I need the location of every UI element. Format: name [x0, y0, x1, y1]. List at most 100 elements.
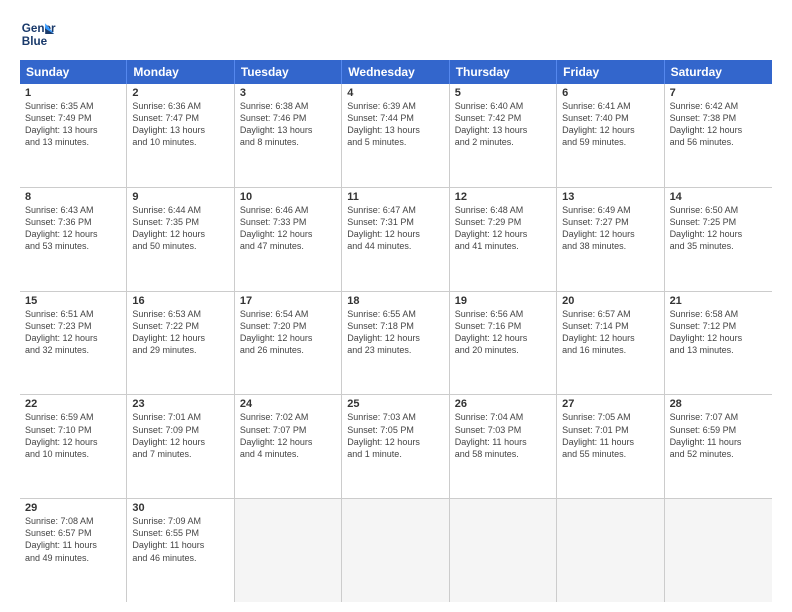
day-number-23: 23 — [132, 398, 228, 410]
day-info-12: Sunrise: 6:48 AMSunset: 7:29 PMDaylight:… — [455, 204, 551, 253]
day-info-11: Sunrise: 6:47 AMSunset: 7:31 PMDaylight:… — [347, 204, 443, 253]
header-wednesday: Wednesday — [342, 60, 449, 84]
page: General Blue Sunday Monday Tuesday Wedne… — [0, 0, 792, 612]
cal-cell-day-24: 24Sunrise: 7:02 AMSunset: 7:07 PMDayligh… — [235, 395, 342, 498]
day-number-24: 24 — [240, 398, 336, 410]
cal-cell-day-8: 8Sunrise: 6:43 AMSunset: 7:36 PMDaylight… — [20, 188, 127, 291]
cal-cell-day-6: 6Sunrise: 6:41 AMSunset: 7:40 PMDaylight… — [557, 84, 664, 187]
day-info-5: Sunrise: 6:40 AMSunset: 7:42 PMDaylight:… — [455, 100, 551, 149]
week-row-4: 22Sunrise: 6:59 AMSunset: 7:10 PMDayligh… — [20, 395, 772, 499]
week-row-3: 15Sunrise: 6:51 AMSunset: 7:23 PMDayligh… — [20, 292, 772, 396]
cal-cell-day-4: 4Sunrise: 6:39 AMSunset: 7:44 PMDaylight… — [342, 84, 449, 187]
week-row-1: 1Sunrise: 6:35 AMSunset: 7:49 PMDaylight… — [20, 84, 772, 188]
cal-cell-day-19: 19Sunrise: 6:56 AMSunset: 7:16 PMDayligh… — [450, 292, 557, 395]
day-number-17: 17 — [240, 295, 336, 307]
day-info-17: Sunrise: 6:54 AMSunset: 7:20 PMDaylight:… — [240, 308, 336, 357]
header-friday: Friday — [557, 60, 664, 84]
day-info-24: Sunrise: 7:02 AMSunset: 7:07 PMDaylight:… — [240, 411, 336, 460]
cal-cell-empty — [235, 499, 342, 602]
day-info-1: Sunrise: 6:35 AMSunset: 7:49 PMDaylight:… — [25, 100, 121, 149]
day-info-20: Sunrise: 6:57 AMSunset: 7:14 PMDaylight:… — [562, 308, 658, 357]
cal-cell-day-27: 27Sunrise: 7:05 AMSunset: 7:01 PMDayligh… — [557, 395, 664, 498]
day-number-26: 26 — [455, 398, 551, 410]
day-info-30: Sunrise: 7:09 AMSunset: 6:55 PMDaylight:… — [132, 515, 228, 564]
day-number-8: 8 — [25, 191, 121, 203]
day-number-10: 10 — [240, 191, 336, 203]
calendar-header: Sunday Monday Tuesday Wednesday Thursday… — [20, 60, 772, 84]
cal-cell-day-28: 28Sunrise: 7:07 AMSunset: 6:59 PMDayligh… — [665, 395, 772, 498]
day-number-28: 28 — [670, 398, 767, 410]
cal-cell-day-22: 22Sunrise: 6:59 AMSunset: 7:10 PMDayligh… — [20, 395, 127, 498]
calendar-body: 1Sunrise: 6:35 AMSunset: 7:49 PMDaylight… — [20, 84, 772, 602]
day-number-9: 9 — [132, 191, 228, 203]
day-number-3: 3 — [240, 87, 336, 99]
day-info-14: Sunrise: 6:50 AMSunset: 7:25 PMDaylight:… — [670, 204, 767, 253]
day-info-25: Sunrise: 7:03 AMSunset: 7:05 PMDaylight:… — [347, 411, 443, 460]
day-number-20: 20 — [562, 295, 658, 307]
cal-cell-day-16: 16Sunrise: 6:53 AMSunset: 7:22 PMDayligh… — [127, 292, 234, 395]
day-info-21: Sunrise: 6:58 AMSunset: 7:12 PMDaylight:… — [670, 308, 767, 357]
header-sunday: Sunday — [20, 60, 127, 84]
cal-cell-day-23: 23Sunrise: 7:01 AMSunset: 7:09 PMDayligh… — [127, 395, 234, 498]
day-info-26: Sunrise: 7:04 AMSunset: 7:03 PMDaylight:… — [455, 411, 551, 460]
day-info-7: Sunrise: 6:42 AMSunset: 7:38 PMDaylight:… — [670, 100, 767, 149]
cal-cell-day-9: 9Sunrise: 6:44 AMSunset: 7:35 PMDaylight… — [127, 188, 234, 291]
cal-cell-day-10: 10Sunrise: 6:46 AMSunset: 7:33 PMDayligh… — [235, 188, 342, 291]
cal-cell-day-26: 26Sunrise: 7:04 AMSunset: 7:03 PMDayligh… — [450, 395, 557, 498]
cal-cell-day-17: 17Sunrise: 6:54 AMSunset: 7:20 PMDayligh… — [235, 292, 342, 395]
day-number-14: 14 — [670, 191, 767, 203]
day-number-15: 15 — [25, 295, 121, 307]
day-number-19: 19 — [455, 295, 551, 307]
cal-cell-day-25: 25Sunrise: 7:03 AMSunset: 7:05 PMDayligh… — [342, 395, 449, 498]
header-thursday: Thursday — [450, 60, 557, 84]
header-tuesday: Tuesday — [235, 60, 342, 84]
day-info-2: Sunrise: 6:36 AMSunset: 7:47 PMDaylight:… — [132, 100, 228, 149]
day-number-30: 30 — [132, 502, 228, 514]
day-info-15: Sunrise: 6:51 AMSunset: 7:23 PMDaylight:… — [25, 308, 121, 357]
day-info-10: Sunrise: 6:46 AMSunset: 7:33 PMDaylight:… — [240, 204, 336, 253]
day-number-12: 12 — [455, 191, 551, 203]
day-number-16: 16 — [132, 295, 228, 307]
day-info-28: Sunrise: 7:07 AMSunset: 6:59 PMDaylight:… — [670, 411, 767, 460]
cal-cell-day-1: 1Sunrise: 6:35 AMSunset: 7:49 PMDaylight… — [20, 84, 127, 187]
header-saturday: Saturday — [665, 60, 772, 84]
cal-cell-day-12: 12Sunrise: 6:48 AMSunset: 7:29 PMDayligh… — [450, 188, 557, 291]
day-info-13: Sunrise: 6:49 AMSunset: 7:27 PMDaylight:… — [562, 204, 658, 253]
day-number-22: 22 — [25, 398, 121, 410]
day-number-5: 5 — [455, 87, 551, 99]
cal-cell-day-29: 29Sunrise: 7:08 AMSunset: 6:57 PMDayligh… — [20, 499, 127, 602]
cal-cell-day-18: 18Sunrise: 6:55 AMSunset: 7:18 PMDayligh… — [342, 292, 449, 395]
day-info-9: Sunrise: 6:44 AMSunset: 7:35 PMDaylight:… — [132, 204, 228, 253]
cal-cell-empty — [557, 499, 664, 602]
cal-cell-day-3: 3Sunrise: 6:38 AMSunset: 7:46 PMDaylight… — [235, 84, 342, 187]
day-number-21: 21 — [670, 295, 767, 307]
day-number-6: 6 — [562, 87, 658, 99]
day-info-16: Sunrise: 6:53 AMSunset: 7:22 PMDaylight:… — [132, 308, 228, 357]
day-info-18: Sunrise: 6:55 AMSunset: 7:18 PMDaylight:… — [347, 308, 443, 357]
cal-cell-empty — [665, 499, 772, 602]
day-number-18: 18 — [347, 295, 443, 307]
day-number-4: 4 — [347, 87, 443, 99]
header-monday: Monday — [127, 60, 234, 84]
day-info-23: Sunrise: 7:01 AMSunset: 7:09 PMDaylight:… — [132, 411, 228, 460]
cal-cell-day-14: 14Sunrise: 6:50 AMSunset: 7:25 PMDayligh… — [665, 188, 772, 291]
week-row-5: 29Sunrise: 7:08 AMSunset: 6:57 PMDayligh… — [20, 499, 772, 602]
cal-cell-day-7: 7Sunrise: 6:42 AMSunset: 7:38 PMDaylight… — [665, 84, 772, 187]
day-info-6: Sunrise: 6:41 AMSunset: 7:40 PMDaylight:… — [562, 100, 658, 149]
cal-cell-day-2: 2Sunrise: 6:36 AMSunset: 7:47 PMDaylight… — [127, 84, 234, 187]
day-number-1: 1 — [25, 87, 121, 99]
cal-cell-day-21: 21Sunrise: 6:58 AMSunset: 7:12 PMDayligh… — [665, 292, 772, 395]
svg-text:Blue: Blue — [22, 35, 48, 48]
cal-cell-day-15: 15Sunrise: 6:51 AMSunset: 7:23 PMDayligh… — [20, 292, 127, 395]
cal-cell-day-13: 13Sunrise: 6:49 AMSunset: 7:27 PMDayligh… — [557, 188, 664, 291]
logo: General Blue — [20, 16, 56, 52]
day-number-13: 13 — [562, 191, 658, 203]
day-number-11: 11 — [347, 191, 443, 203]
day-info-27: Sunrise: 7:05 AMSunset: 7:01 PMDaylight:… — [562, 411, 658, 460]
day-info-8: Sunrise: 6:43 AMSunset: 7:36 PMDaylight:… — [25, 204, 121, 253]
cal-cell-empty — [342, 499, 449, 602]
day-number-27: 27 — [562, 398, 658, 410]
cal-cell-day-5: 5Sunrise: 6:40 AMSunset: 7:42 PMDaylight… — [450, 84, 557, 187]
day-info-4: Sunrise: 6:39 AMSunset: 7:44 PMDaylight:… — [347, 100, 443, 149]
day-number-29: 29 — [25, 502, 121, 514]
